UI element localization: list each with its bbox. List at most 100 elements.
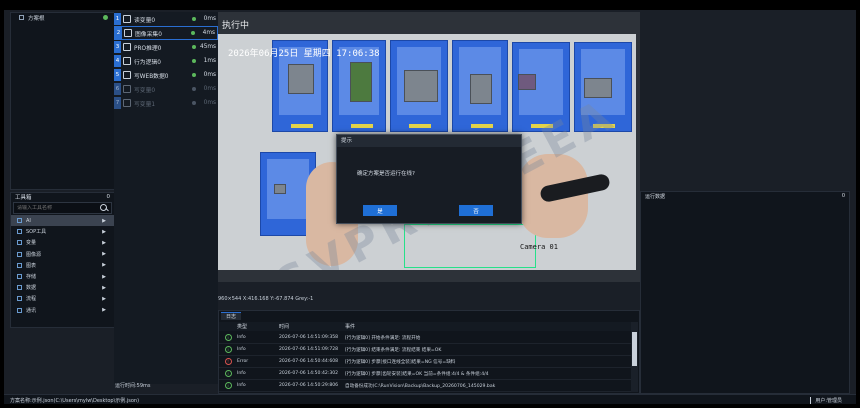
purple-part — [518, 74, 536, 90]
write-variable-icon — [123, 99, 131, 107]
metal-part — [404, 70, 438, 102]
toolbox-item[interactable]: 图表 ▶ — [11, 260, 114, 271]
log-row[interactable]: i Info 2026-07-06 14:51:09:358 [行为逻辑0] 开… — [219, 332, 631, 344]
toolbox-count: 0 — [106, 194, 111, 200]
step-number: 1 — [114, 13, 121, 25]
toolbox-item[interactable]: 通讯 ▶ — [11, 305, 114, 316]
search-icon[interactable] — [99, 203, 109, 213]
circuit-board — [350, 62, 372, 102]
toolbox-search — [13, 202, 112, 214]
confirm-dialog: 提示 确定方案是否运行在线? 是 否 — [336, 134, 522, 224]
status-dot — [192, 17, 196, 21]
log-type: Info — [237, 383, 246, 388]
log-time: 2026-07-06 14:50:42:302 — [279, 371, 339, 376]
yes-button[interactable]: 是 — [363, 205, 397, 216]
tree-root-item[interactable]: 方案根 — [11, 13, 114, 22]
log-row[interactable]: i Info 2026-07-06 14:50:42:302 [行为逻辑0] 步… — [219, 368, 631, 380]
camera-icon — [124, 29, 132, 37]
toolbox-search-input[interactable] — [14, 205, 99, 211]
log-event: [行为逻辑0] 开始条件满足: 流程开始 — [345, 335, 421, 341]
toolbox-item[interactable]: 流程 ▶ — [11, 293, 114, 304]
log-event: [行为逻辑0] 步骤[齿轮安装]结果=OK 当前=条件组:4/4 & 条件组:4… — [345, 371, 489, 377]
info-icon: i — [224, 370, 232, 377]
column-event: 事件 — [345, 324, 356, 330]
log-row[interactable]: ! Error 2026-07-06 14:50:44:608 [行为逻辑0] … — [219, 356, 631, 368]
toolbox-item[interactable]: SOP工具 ▶ — [11, 226, 114, 237]
dialog-message: 确定方案是否运行在线? — [357, 171, 415, 177]
flow-step[interactable]: 5 写WEB数据0 0ms — [114, 68, 218, 82]
runtime-label: 运行时间:59ms — [115, 383, 151, 389]
step-label: 行为逻辑0 — [134, 59, 161, 66]
flow-step[interactable]: 6 写变量0 0ms — [114, 82, 218, 96]
flow-step[interactable]: 7 写变量1 0ms — [114, 96, 218, 110]
step-label: 写WEB数据0 — [134, 73, 169, 80]
log-type: Info — [237, 371, 246, 376]
step-number: 2 — [115, 27, 122, 39]
log-row[interactable]: i Info 2026-07-06 14:50:29:806 自动备份成功(C:… — [219, 380, 631, 392]
info-icon: i — [224, 334, 232, 341]
no-button[interactable]: 否 — [459, 205, 493, 216]
step-label: 写变量0 — [134, 87, 156, 94]
flow-steps: 1 读变量0 0ms 2 图像采集0 4ms 3 PRO推理0 45ms 4 行… — [114, 12, 218, 384]
toolbox-item-label: SOP工具 — [26, 229, 47, 236]
log-row[interactable]: i Info 2026-07-06 14:51:09:728 [行为逻辑0] 结… — [219, 344, 631, 356]
status-dot — [192, 73, 196, 77]
main-window: 方案根 工具箱 0 AI ▶ SOP工具 ▶ 变量 ▶ 图像源 ▶ 图表 ▶ 存储 ▶ 数据… — [4, 10, 856, 404]
flow-step[interactable]: 1 读变量0 0ms — [114, 12, 218, 26]
toolbox-item[interactable]: 数据 ▶ — [11, 282, 114, 293]
step-time: 45ms — [200, 44, 217, 50]
run-data-panel: 运行数据 0 — [640, 191, 850, 394]
log-event: [行为逻辑0] 结束条件满足: 流程结束 结果=OK — [345, 347, 442, 353]
toolbox-item[interactable]: 存储 ▶ — [11, 271, 114, 282]
step-time: 4ms — [202, 30, 215, 36]
chevron-right-icon: ▶ — [102, 217, 106, 224]
category-icon — [17, 262, 22, 268]
flow-step[interactable]: 4 行为逻辑0 1ms — [114, 54, 218, 68]
category-icon — [17, 296, 22, 302]
category-icon — [17, 307, 22, 313]
metal-part — [470, 74, 492, 104]
tab-log[interactable]: 日志 — [221, 312, 242, 320]
status-dot — [192, 45, 196, 49]
step-number: 3 — [114, 41, 121, 53]
solution-tree: 方案根 — [10, 12, 115, 190]
log-event: 自动备份成功(C:\RunVision\Backup\Backup_202607… — [345, 383, 496, 389]
chevron-right-icon: ▶ — [102, 284, 106, 291]
flow-step[interactable]: 2 图像采集0 4ms — [114, 26, 218, 40]
status-dot — [103, 15, 108, 20]
run-data-header: 运行数据 0 — [641, 192, 849, 200]
log-type: Error — [237, 359, 249, 364]
status-dot — [192, 101, 196, 105]
log-type: Info — [237, 335, 246, 340]
metal-part — [288, 64, 314, 94]
error-icon: ! — [224, 358, 232, 365]
toolbox-item[interactable]: AI ▶ — [11, 215, 114, 227]
chevron-right-icon: ▶ — [102, 295, 106, 302]
folder-icon — [19, 15, 24, 20]
step-number: 6 — [114, 83, 121, 95]
toolbox-item-label: 变量 — [26, 240, 37, 247]
scrollbar-thumb[interactable] — [632, 332, 637, 366]
step-label: 图像采集0 — [135, 31, 162, 38]
log-time: 2026-07-06 14:51:09:728 — [279, 347, 339, 352]
toolbox-item[interactable]: 变量 ▶ — [11, 237, 114, 248]
toolbox-item-label: 流程 — [26, 296, 37, 303]
camera-view[interactable]: SVPRFTTEEA 2026年06月25日 星期四 17:06:38 Came… — [218, 12, 640, 282]
step-time: 0ms — [203, 86, 216, 92]
dialog-title: 提示 — [337, 135, 521, 147]
run-data-count: 0 — [841, 193, 845, 199]
toolbox-item[interactable]: 图像源 ▶ — [11, 249, 114, 260]
log-panel: 日志 类型 时间 事件 i Info 2026-07-06 14:51:09:3… — [218, 310, 640, 394]
category-icon — [17, 218, 22, 224]
toolbox-item-label: 存储 — [26, 274, 37, 281]
step-time: 0ms — [203, 100, 216, 106]
log-event: [行为逻辑0] 步骤[接口连线全装]结果=NG 信号=缺料 — [345, 359, 456, 365]
running-indicator: 执行中 — [222, 21, 250, 31]
log-scrollbar[interactable] — [631, 322, 638, 392]
info-icon: i — [224, 346, 232, 353]
step-label: 读变量0 — [134, 17, 156, 24]
category-icon — [17, 240, 22, 246]
category-icon — [17, 229, 22, 235]
flow-step[interactable]: 3 PRO推理0 45ms — [114, 40, 218, 54]
behavior-logic-icon — [123, 57, 131, 65]
